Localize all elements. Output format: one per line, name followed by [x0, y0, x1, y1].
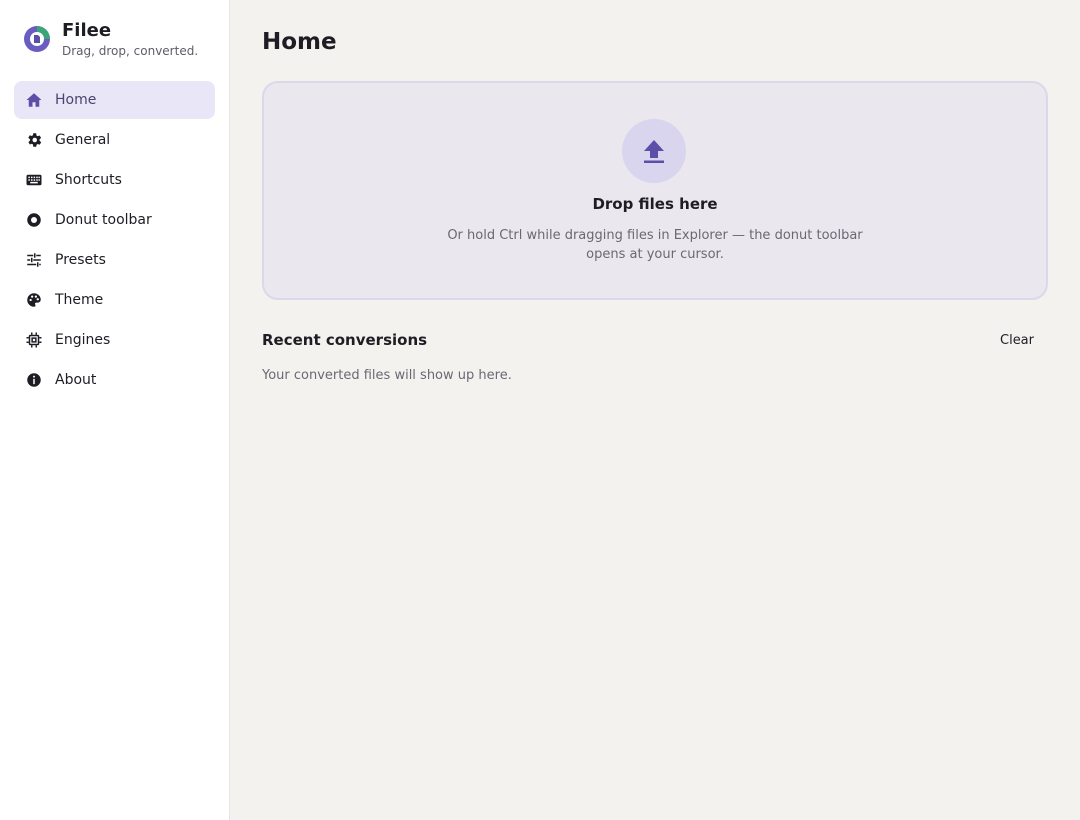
sidebar-item-label: Donut toolbar: [55, 212, 152, 228]
info-icon: [25, 371, 43, 389]
home-icon: [25, 91, 43, 109]
sidebar-item-label: Presets: [55, 252, 106, 268]
filee-logo-icon: [24, 26, 50, 52]
drop-title: Drop files here: [592, 195, 718, 213]
clear-button[interactable]: Clear: [992, 328, 1042, 352]
sidebar-item-about[interactable]: About: [14, 361, 215, 399]
sidebar-item-label: Home: [55, 92, 97, 108]
sidebar-item-label: General: [55, 132, 111, 148]
sidebar-item-label: Theme: [55, 292, 104, 308]
gear-icon: [25, 131, 43, 149]
app-name: Filee: [62, 20, 112, 41]
sidebar-nav: Home General Shortcuts Donut toolbar Pre…: [14, 81, 215, 401]
sidebar-item-home[interactable]: Home: [14, 81, 215, 119]
sidebar-item-general[interactable]: General: [14, 121, 215, 159]
sidebar-item-donut-toolbar[interactable]: Donut toolbar: [14, 201, 215, 239]
keyboard-icon: [25, 171, 43, 189]
sidebar-item-shortcuts[interactable]: Shortcuts: [14, 161, 215, 199]
sidebar-item-label: Engines: [55, 332, 111, 348]
drop-description: Or hold Ctrl while dragging files in Exp…: [447, 228, 863, 262]
drop-zone[interactable]: Drop files here Or hold Ctrl while dragg…: [262, 81, 1048, 300]
chip-icon: [25, 331, 43, 349]
sidebar-item-theme[interactable]: Theme: [14, 281, 215, 319]
palette-icon: [25, 291, 43, 309]
sidebar-item-label: Shortcuts: [55, 172, 122, 188]
sidebar-item-label: About: [55, 372, 97, 388]
sidebar-item-engines[interactable]: Engines: [14, 321, 215, 359]
page-title: Home: [262, 29, 337, 55]
sliders-icon: [25, 251, 43, 269]
recent-conversions-heading: Recent conversions: [262, 331, 428, 349]
sidebar: Filee Drag, drop, converted. Home Genera…: [0, 0, 230, 820]
upload-icon: [622, 119, 686, 183]
donut-icon: [25, 211, 43, 229]
brand: Filee Drag, drop, converted.: [22, 20, 198, 59]
sidebar-item-presets[interactable]: Presets: [14, 241, 215, 279]
app-tagline: Drag, drop, converted.: [62, 44, 199, 58]
main-content: Home Drop files here Or hold Ctrl while …: [230, 0, 1080, 820]
recent-empty-message: Your converted files will show up here.: [262, 368, 512, 383]
